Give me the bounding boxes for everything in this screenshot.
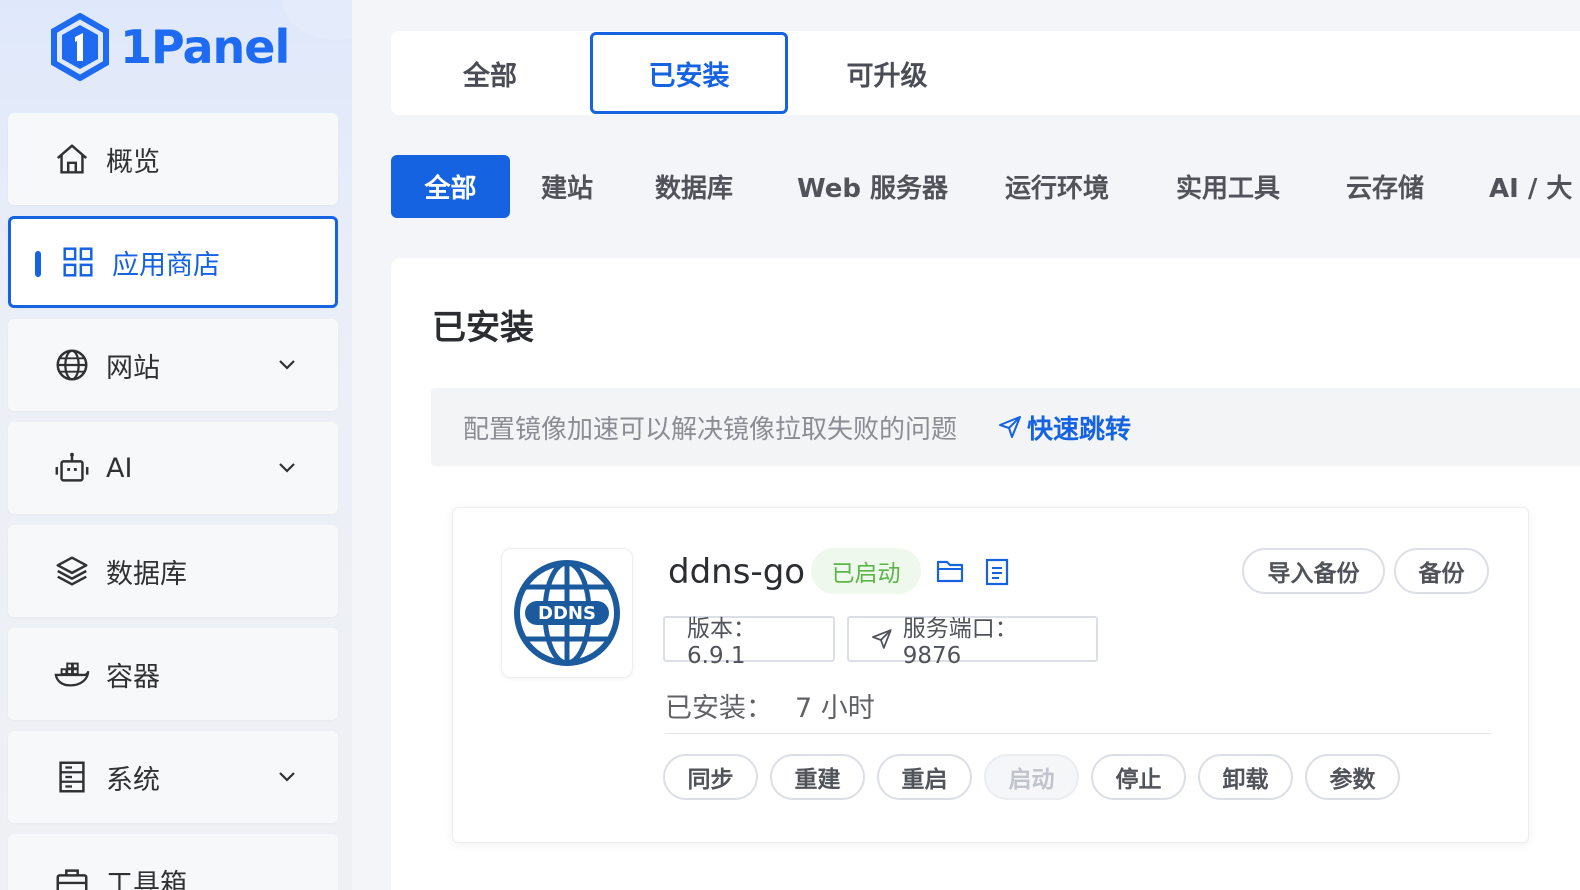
toolbox-icon xyxy=(52,862,92,890)
sidebar-item-overview[interactable]: 概览 xyxy=(8,113,338,205)
brand-name: 1Panel xyxy=(120,20,290,74)
category-web-server[interactable]: Web 服务器 xyxy=(797,155,948,218)
category-runtime[interactable]: 运行环境 xyxy=(1005,155,1109,218)
port-tag-text: 服务端口：9876 xyxy=(902,616,1018,669)
version-tag-text: 版本：6.9.1 xyxy=(687,616,756,669)
tab-upgradable[interactable]: 可升级 xyxy=(788,31,986,115)
installed-value: 7 小时 xyxy=(795,693,875,724)
status-badge: 已启动 xyxy=(811,548,921,594)
tab-installed[interactable]: 已安装 xyxy=(590,32,788,114)
sidebar-item-label: 系统 xyxy=(106,764,160,796)
uninstall-button[interactable]: 卸载 xyxy=(1198,754,1293,800)
chevron-down-icon xyxy=(279,360,295,370)
tab-all[interactable]: 全部 xyxy=(391,31,589,115)
divider xyxy=(665,733,1491,734)
params-button[interactable]: 参数 xyxy=(1305,754,1400,800)
category-tools[interactable]: 实用工具 xyxy=(1176,155,1280,218)
category-database[interactable]: 数据库 xyxy=(655,155,733,218)
sidebar-item-website[interactable]: 网站 xyxy=(8,319,338,411)
chevron-down-icon xyxy=(279,463,295,473)
category-ai[interactable]: AI / 大 xyxy=(1489,155,1572,218)
layers-icon xyxy=(52,551,92,591)
category-all[interactable]: 全部 xyxy=(391,155,510,218)
sidebar-item-label: 容器 xyxy=(106,661,160,693)
send-icon xyxy=(999,416,1022,438)
sidebar-item-label: 概览 xyxy=(106,146,160,178)
sidebar-item-container[interactable]: 容器 xyxy=(8,628,338,720)
quick-jump-link[interactable]: 快速跳转 xyxy=(997,409,1131,446)
start-button[interactable]: 启动 xyxy=(984,754,1079,800)
top-tabs: 全部 已安装 可升级 xyxy=(391,31,1580,115)
docker-whale-icon xyxy=(52,654,92,694)
app-card: DDNS ddns-go 已启动 导入备份 备份 版本：6.9.1 服务端口：9… xyxy=(452,507,1529,843)
import-backup-button[interactable]: 导入备份 xyxy=(1242,548,1385,594)
sidebar: 1Panel 概览 应用商店 网站 AI 数据库 容器 系统 工具箱 xyxy=(0,0,352,890)
brand-logo[interactable]: 1Panel xyxy=(50,12,290,82)
folder-icon[interactable] xyxy=(936,558,964,584)
installed-label: 已安装： xyxy=(665,693,773,724)
globe-icon xyxy=(52,345,92,385)
sidebar-item-app-store[interactable]: 应用商店 xyxy=(8,216,338,308)
sidebar-item-label: 网站 xyxy=(106,352,160,384)
sidebar-item-system[interactable]: 系统 xyxy=(8,731,338,823)
ddns-globe-icon: DDNS xyxy=(514,560,620,666)
backup-button[interactable]: 备份 xyxy=(1394,548,1489,594)
send-icon xyxy=(872,629,892,649)
grid-icon xyxy=(58,242,98,282)
sidebar-item-label: 数据库 xyxy=(106,558,187,590)
sidebar-item-database[interactable]: 数据库 xyxy=(8,525,338,617)
stop-button[interactable]: 停止 xyxy=(1091,754,1186,800)
sidebar-item-toolbox[interactable]: 工具箱 xyxy=(8,834,338,890)
version-tag: 版本：6.9.1 xyxy=(663,616,835,669)
page-title: 已安装 xyxy=(432,308,534,348)
app-logo-text: DDNS xyxy=(538,603,596,624)
home-icon xyxy=(52,139,92,179)
sidebar-item-label: 应用商店 xyxy=(112,249,220,281)
app-name: ddns-go xyxy=(668,552,806,592)
restart-button[interactable]: 重启 xyxy=(877,754,972,800)
chevron-down-icon xyxy=(279,772,295,782)
category-filter: 全部 建站 数据库 Web 服务器 运行环境 实用工具 云存储 AI / 大 xyxy=(391,155,1580,218)
sync-button[interactable]: 同步 xyxy=(663,754,758,800)
log-document-icon[interactable] xyxy=(985,558,1009,586)
active-indicator xyxy=(35,251,41,277)
rebuild-button[interactable]: 重建 xyxy=(770,754,865,800)
mirror-notice: 配置镜像加速可以解决镜像拉取失败的问题 快速跳转 xyxy=(431,388,1580,466)
sidebar-item-label: 工具箱 xyxy=(106,869,187,890)
port-tag[interactable]: 服务端口：9876 xyxy=(847,616,1098,669)
installed-duration: 已安装： 7 小时 xyxy=(665,686,875,725)
server-icon xyxy=(52,757,92,797)
sidebar-item-ai[interactable]: AI xyxy=(8,422,338,514)
app-logo: DDNS xyxy=(501,548,633,678)
quick-jump-label: 快速跳转 xyxy=(1027,414,1132,445)
category-website[interactable]: 建站 xyxy=(541,155,593,218)
installed-panel: 已安装 配置镜像加速可以解决镜像拉取失败的问题 快速跳转 DDNS ddns-g… xyxy=(391,258,1580,890)
category-cloud-storage[interactable]: 云存储 xyxy=(1346,155,1424,218)
sidebar-item-label: AI xyxy=(106,452,133,484)
robot-icon xyxy=(52,448,92,488)
notice-text: 配置镜像加速可以解决镜像拉取失败的问题 xyxy=(463,414,958,445)
hexagon-1-logo-icon xyxy=(51,13,109,81)
